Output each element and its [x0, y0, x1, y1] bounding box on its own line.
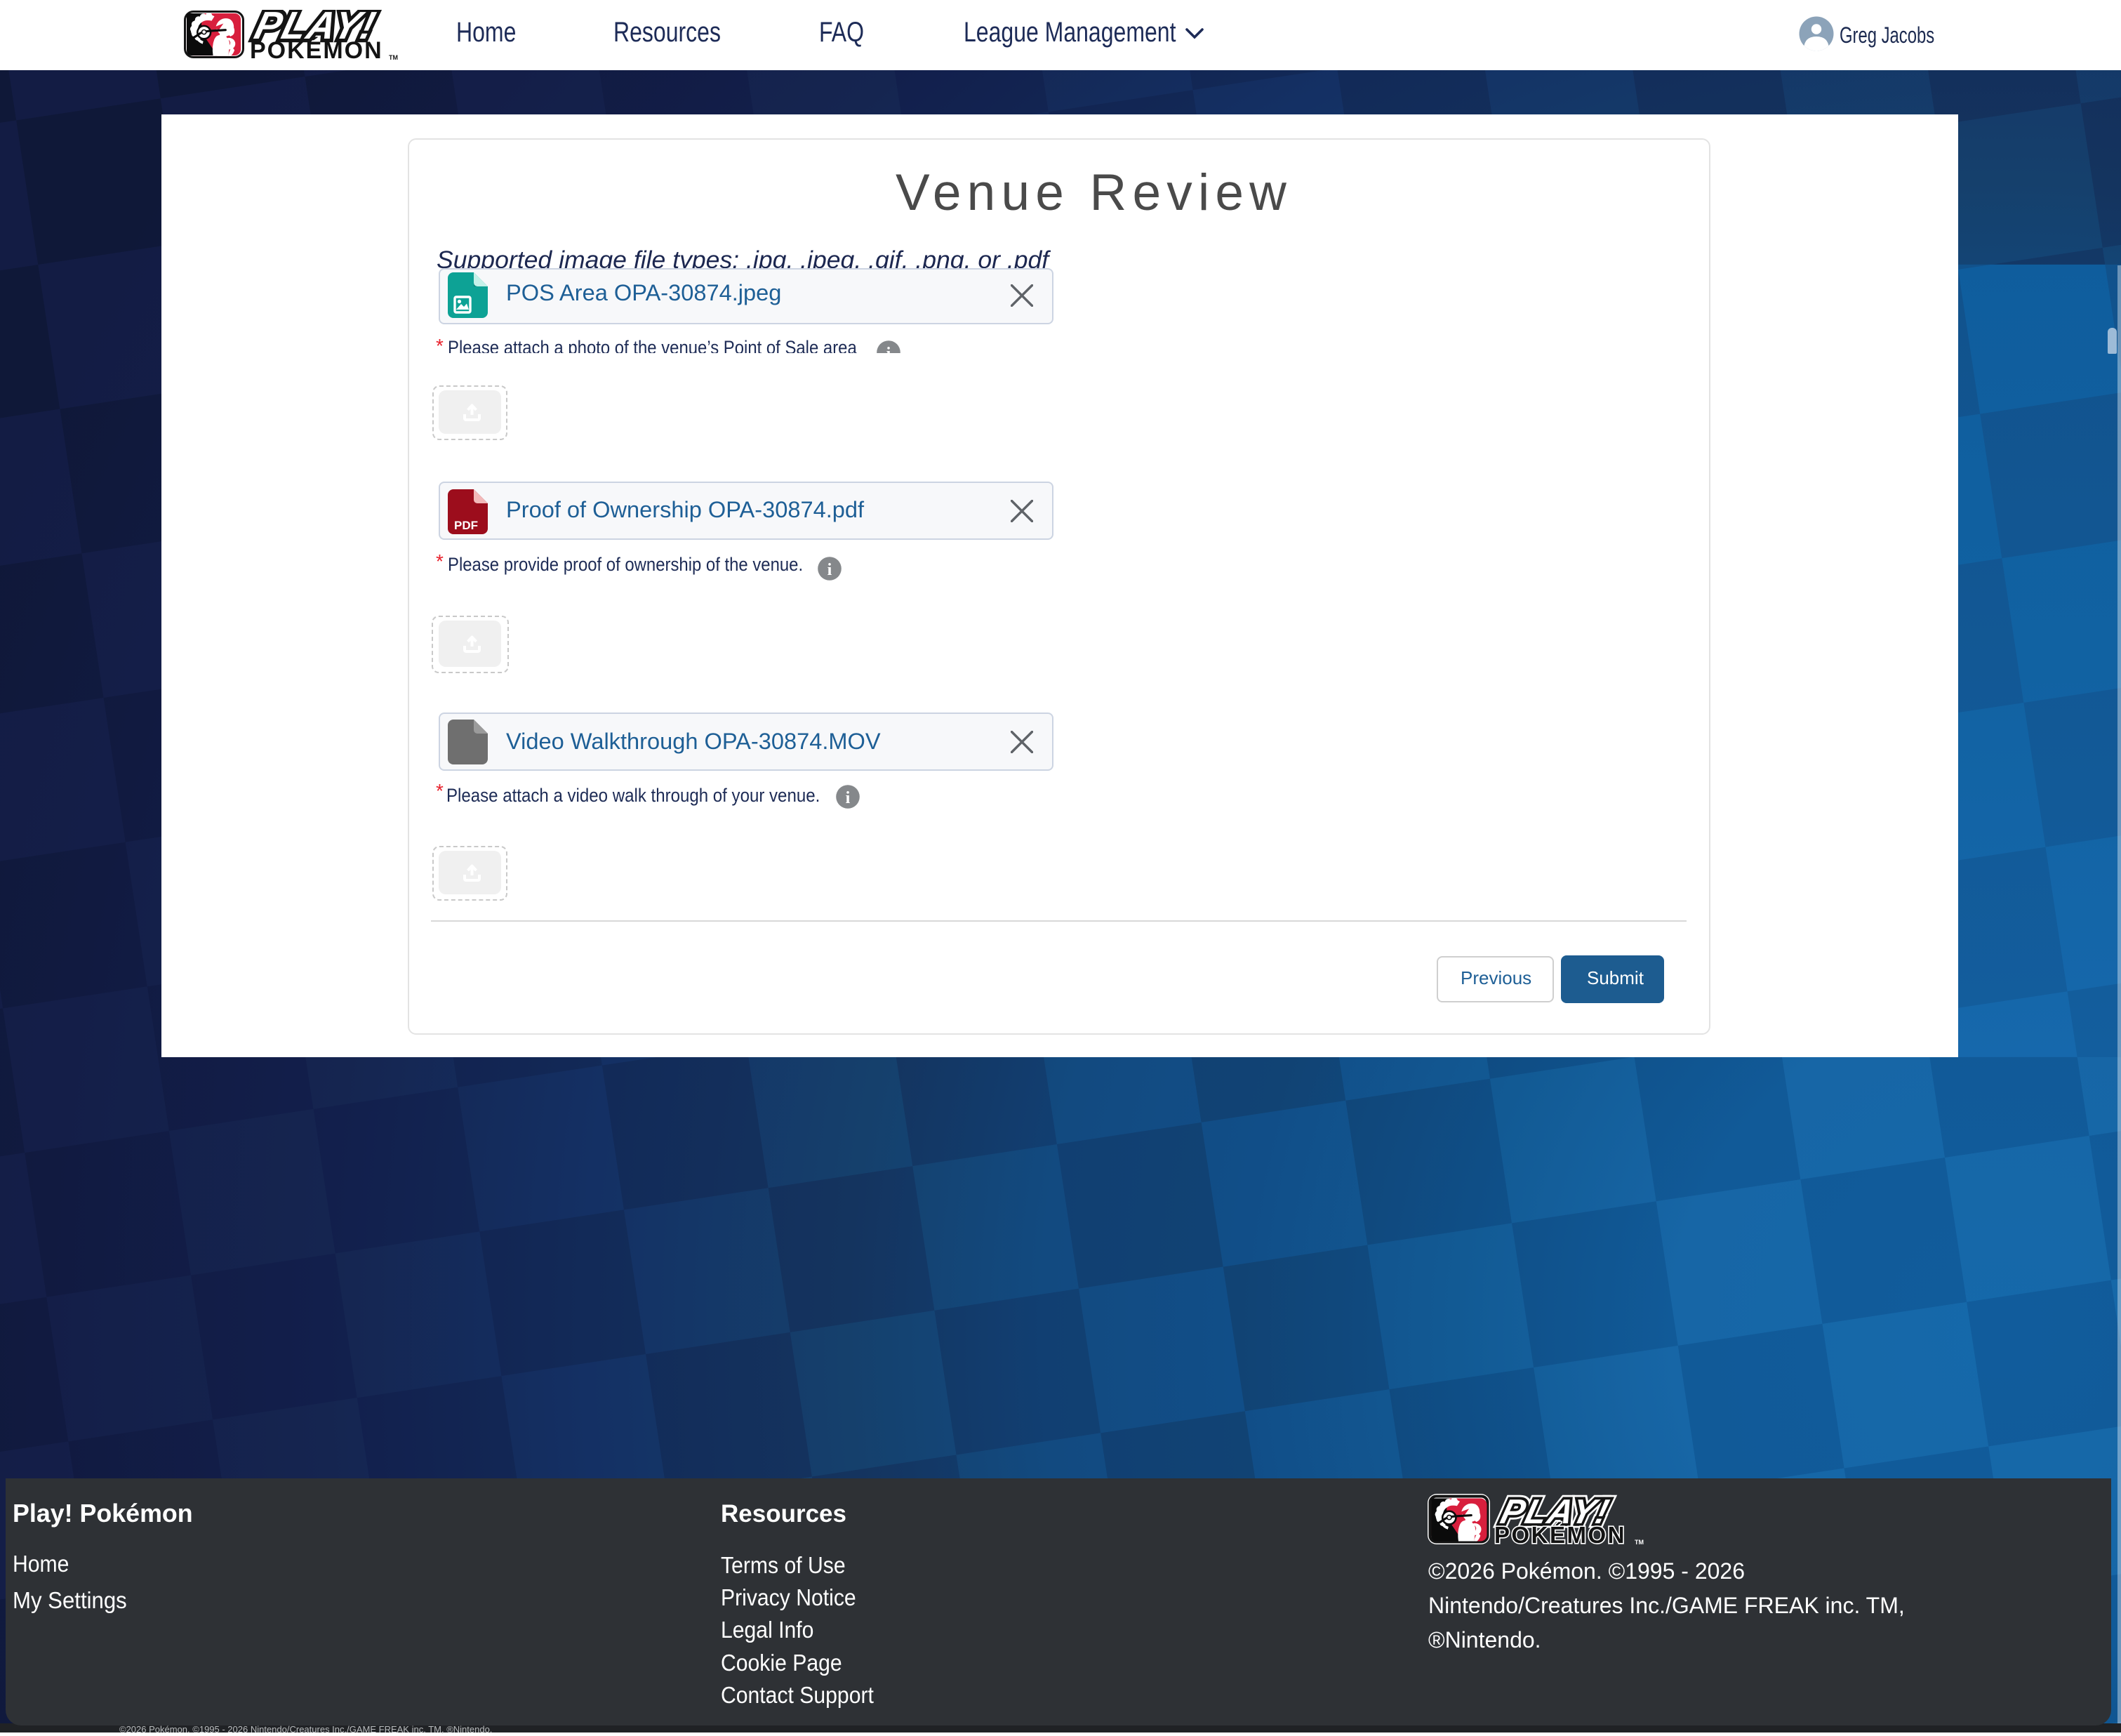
svg-text:i: i — [846, 789, 851, 807]
svg-text:PDF: PDF — [454, 519, 478, 532]
svg-text:POKÉMON: POKÉMON — [250, 37, 383, 62]
svg-text:TM: TM — [1635, 1539, 1644, 1546]
svg-text:TM: TM — [389, 54, 398, 61]
svg-text:i: i — [827, 561, 832, 579]
svg-text:i: i — [886, 345, 891, 353]
svg-text:POKÉMON: POKÉMON — [1494, 1522, 1626, 1547]
